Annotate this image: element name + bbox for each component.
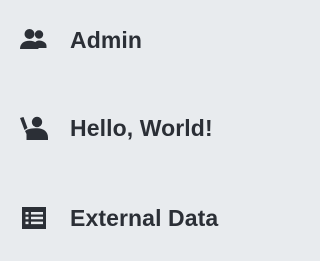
sidebar-nav: Admin Hello, World! External Data: [0, 0, 265, 261]
person-waving-icon: [17, 111, 51, 145]
sidebar-item-label: External Data: [70, 204, 219, 231]
sidebar-item-label: Hello, World!: [70, 114, 213, 141]
sidebar-item-admin[interactable]: Admin: [0, 12, 265, 68]
sidebar-item-label: Admin: [70, 26, 143, 53]
table-list-icon: [17, 201, 51, 235]
sidebar-item-external-data[interactable]: External Data: [0, 190, 265, 246]
sidebar-item-hello-world[interactable]: Hello, World!: [0, 100, 265, 156]
people-group-icon: [17, 23, 51, 57]
